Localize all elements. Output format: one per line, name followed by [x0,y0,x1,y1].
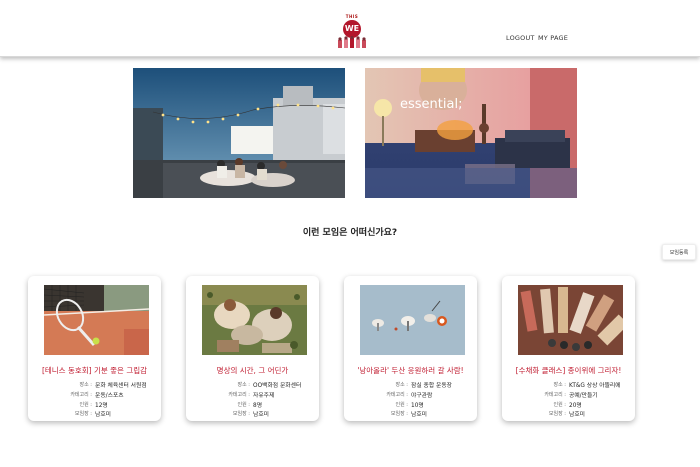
leader-value: 남호미 [569,412,585,418]
card-image-meditation [202,285,307,355]
card-image-watercolor [518,285,623,355]
capacity-value: 12명 [95,403,108,409]
create-meeting-button[interactable]: 모임등록 [662,244,696,260]
capacity-label: 인원 : [553,402,566,408]
category-label: 카테고리 : [386,392,408,398]
section-title: 이런 모임은 어떠신가요? [302,228,398,238]
mypage-link[interactable]: MY PAGE [538,34,568,42]
card-title[interactable]: [테니스 동호회] 기분 좋은 그립감 [28,365,161,376]
banner-essential-projector[interactable]: essential; [365,68,577,198]
logo-figures-icon [338,36,366,48]
category-label: 카테고리 : [70,392,92,398]
leader-value: 남호미 [95,412,111,418]
meeting-card[interactable]: [테니스 동호회] 기분 좋은 그립감 장소 : 문화 체육센터 서원점 카테고… [28,276,161,421]
leader-value: 남호미 [253,412,269,418]
capacity-value: 8명 [253,403,263,409]
card-place-row: 장소 : OO백화점 문화센터 [186,380,319,389]
capacity-label: 인원 : [79,402,92,408]
card-title[interactable]: 명상의 시간, 그 어딘가 [186,365,319,376]
logo-top-text: THIS [345,14,359,19]
capacity-label: 인원 : [395,402,408,408]
card-category-row: 카테고리 : 자유주제 [186,390,319,399]
card-capacity-row: 인원 : 20명 [502,400,635,409]
meeting-card[interactable]: '낭아올라' 두산 응원하러 갈 사람! 장소 : 잠실 종합 운동장 카테고리… [344,276,477,421]
category-value: 야구관람 [411,393,433,399]
category-value: 공예/만들기 [569,393,598,399]
card-image-tennis [44,285,149,355]
meeting-card[interactable]: [수채화 클래스] 종이위에 그리자! 장소 : KT&G 상상 아뜰리에 카테… [502,276,635,421]
capacity-value: 10명 [411,403,424,409]
place-value: 문화 체육센터 서원점 [95,383,147,389]
leader-value: 남호미 [411,412,427,418]
capacity-label: 인원 : [237,402,250,408]
card-place-row: 장소 : KT&G 상상 아뜰리에 [502,380,635,389]
meeting-card[interactable]: 명상의 시간, 그 어딘가 장소 : OO백화점 문화센터 카테고리 : 자유주… [186,276,319,421]
category-label: 카테고리 : [544,392,566,398]
banner-rooftop-cinema[interactable] [133,68,345,198]
card-leader-row: 모임장 : 남호미 [28,409,161,418]
card-image-baseball [360,285,465,355]
card-place-row: 장소 : 잠실 종합 운동장 [344,380,477,389]
card-category-row: 카테고리 : 공예/만들기 [502,390,635,399]
leader-label: 모임장 : [390,411,408,417]
leader-label: 모임장 : [232,411,250,417]
card-leader-row: 모임장 : 남호미 [186,409,319,418]
site-logo[interactable]: THIS WE [334,14,370,54]
card-capacity-row: 인원 : 10명 [344,400,477,409]
card-leader-row: 모임장 : 남호미 [502,409,635,418]
card-capacity-row: 인원 : 12명 [28,400,161,409]
place-label: 장소 : [79,382,92,388]
capacity-value: 20명 [569,403,582,409]
banner-overlay-text: essential; [400,97,462,112]
card-category-row: 카테고리 : 운동/스포츠 [28,390,161,399]
category-value: 운동/스포츠 [95,393,124,399]
card-leader-row: 모임장 : 남호미 [344,409,477,418]
card-title[interactable]: '낭아올라' 두산 응원하러 갈 사람! [344,365,477,376]
place-label: 장소 : [553,382,566,388]
card-place-row: 장소 : 문화 체육센터 서원점 [28,380,161,389]
place-value: KT&G 상상 아뜰리에 [569,383,621,389]
place-value: OO백화점 문화센터 [253,383,302,389]
card-category-row: 카테고리 : 야구관람 [344,390,477,399]
logout-link[interactable]: LOGOUT [506,34,535,42]
card-capacity-row: 인원 : 8명 [186,400,319,409]
card-title[interactable]: [수채화 클래스] 종이위에 그리자! [502,365,635,376]
category-value: 자유주제 [253,393,275,399]
top-header: THIS WE LOGOUT MY PAGE [0,0,700,57]
place-label: 장소 : [395,382,408,388]
leader-label: 모임장 : [74,411,92,417]
category-label: 카테고리 : [228,392,250,398]
place-label: 장소 : [237,382,250,388]
leader-label: 모임장 : [548,411,566,417]
place-value: 잠실 종합 운동장 [411,383,453,389]
